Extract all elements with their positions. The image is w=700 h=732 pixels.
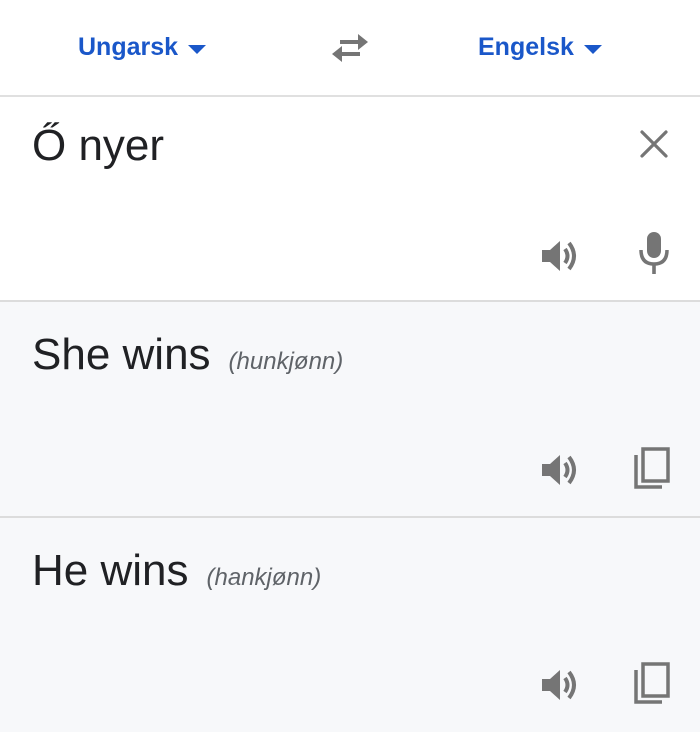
- speaker-icon: [542, 455, 576, 485]
- translation-result: She wins (hunkjønn): [0, 302, 700, 518]
- copy-button[interactable]: [630, 662, 674, 706]
- source-listen-button[interactable]: [538, 234, 582, 278]
- result-listen-button[interactable]: [538, 663, 582, 707]
- clear-button[interactable]: [632, 122, 676, 166]
- speaker-icon: [542, 241, 576, 271]
- source-language-label: Ungarsk: [78, 32, 179, 61]
- language-bar: Ungarsk Engelsk: [0, 0, 700, 97]
- copy-icon: [634, 447, 670, 489]
- target-language-selector[interactable]: Engelsk: [478, 30, 602, 64]
- translation-text[interactable]: He wins: [32, 546, 189, 596]
- close-icon: [640, 130, 668, 158]
- copy-icon: [634, 662, 670, 704]
- dropdown-caret-icon: [188, 44, 207, 54]
- swap-languages-button[interactable]: [328, 30, 372, 66]
- translation-text[interactable]: She wins: [32, 330, 211, 380]
- source-input-panel[interactable]: Ő nyer: [0, 97, 700, 302]
- swap-arrows-icon: [332, 34, 368, 62]
- gender-label: (hankjønn): [206, 564, 322, 591]
- dropdown-caret-icon: [583, 44, 602, 54]
- translation-result: He wins (hankjønn): [0, 518, 700, 732]
- copy-button[interactable]: [630, 447, 674, 491]
- source-text[interactable]: Ő nyer: [32, 121, 164, 171]
- microphone-button[interactable]: [632, 231, 676, 275]
- source-language-selector[interactable]: Ungarsk: [78, 30, 207, 64]
- speaker-icon: [542, 670, 576, 700]
- microphone-icon: [639, 232, 669, 274]
- target-language-label: Engelsk: [478, 32, 574, 61]
- result-listen-button[interactable]: [538, 448, 582, 492]
- gender-label: (hunkjønn): [228, 348, 344, 375]
